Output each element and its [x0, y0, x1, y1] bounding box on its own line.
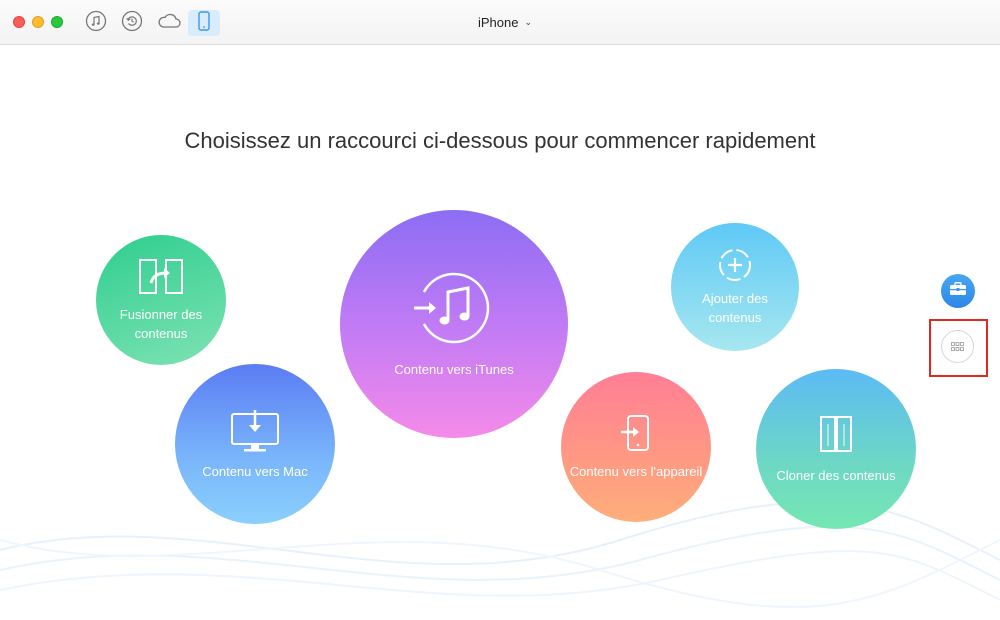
- device-name: iPhone: [477, 14, 519, 30]
- to-device-label: Contenu vers l'appareil: [569, 463, 703, 479]
- clone-contents-shortcut[interactable]: Cloner des contenus: [756, 369, 916, 529]
- content-to-device-shortcut[interactable]: Contenu vers l'appareil: [561, 372, 711, 522]
- add-label-line1: Ajouter des: [702, 291, 768, 306]
- clone-label: Cloner des contenus: [776, 467, 896, 483]
- monitor-download-icon: [228, 408, 282, 454]
- device-selector[interactable]: iPhone ⌄: [460, 12, 550, 32]
- restore-icon: [121, 10, 143, 37]
- content-to-itunes-shortcut[interactable]: Contenu vers iTunes: [340, 210, 568, 438]
- music-note-icon: [85, 10, 107, 37]
- add-circle-icon: [717, 247, 753, 283]
- add-contents-shortcut[interactable]: Ajouter des contenus: [671, 223, 799, 351]
- icloud-manager-button[interactable]: [154, 10, 184, 36]
- highlight-box: [929, 319, 988, 377]
- iphone-icon: [197, 10, 211, 36]
- add-label-line2: contenus: [708, 310, 762, 325]
- clone-devices-icon: [817, 414, 855, 454]
- cloud-icon: [156, 11, 182, 36]
- page-title: Choisissez un raccourci ci-dessous pour …: [184, 128, 816, 153]
- toolbox-icon: [949, 281, 967, 301]
- close-window-button[interactable]: [13, 16, 25, 28]
- add-label: Ajouter des contenus: [702, 289, 768, 327]
- device-manager-button[interactable]: [188, 10, 220, 36]
- title-bar: iPhone ⌄: [0, 0, 1000, 45]
- to-itunes-label: Contenu vers iTunes: [394, 361, 514, 377]
- merge-label-line1: Fusionner des: [119, 307, 203, 322]
- merge-label-line2: contenus: [134, 326, 188, 341]
- merge-label: Fusionner des contenus: [120, 305, 202, 343]
- content-to-mac-shortcut[interactable]: Contenu vers Mac: [175, 364, 335, 524]
- merge-contents-shortcut[interactable]: Fusionner des contenus: [96, 235, 226, 365]
- backup-manager-button[interactable]: [118, 10, 146, 36]
- chevron-down-icon: ⌄: [524, 16, 533, 27]
- phone-import-icon: [619, 414, 653, 454]
- to-mac-label: Contenu vers Mac: [202, 463, 308, 479]
- itunes-library-button[interactable]: [82, 10, 110, 36]
- toolbox-button[interactable]: [941, 274, 975, 308]
- maximize-window-button[interactable]: [51, 16, 63, 28]
- app-window: iPhone ⌄ Choisissez un raccourci ci-dess…: [0, 0, 1000, 620]
- merge-devices-icon: [137, 257, 185, 297]
- itunes-transfer-icon: [414, 270, 494, 346]
- minimize-window-button[interactable]: [32, 16, 44, 28]
